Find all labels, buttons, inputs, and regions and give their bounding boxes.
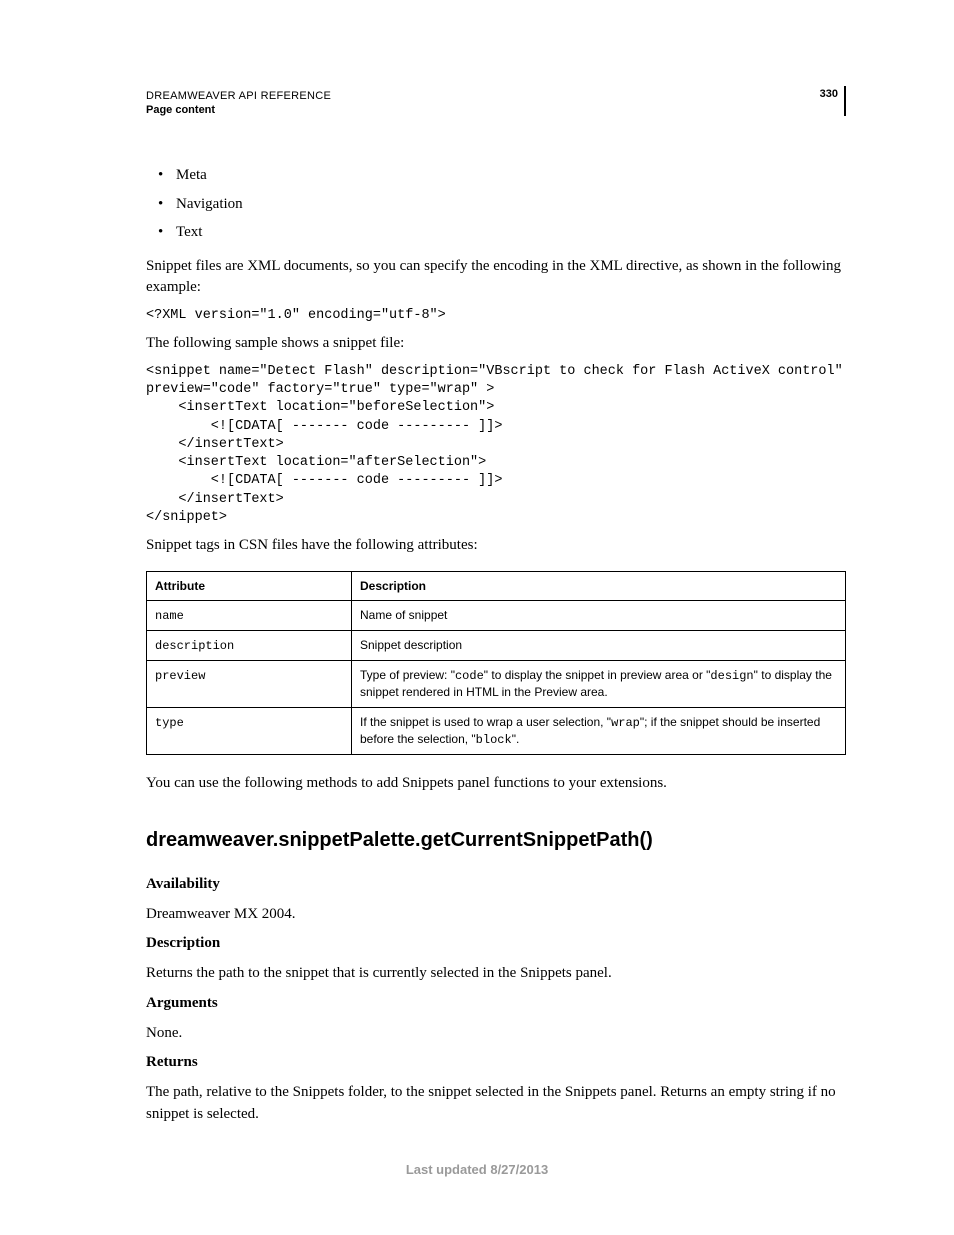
header-divider <box>844 86 846 116</box>
desc-cell: Type of preview: "code" to display the s… <box>352 661 846 707</box>
returns-text: The path, relative to the Snippets folde… <box>146 1082 846 1126</box>
body-paragraph: The following sample shows a snippet fil… <box>146 333 846 355</box>
desc-cell: Name of snippet <box>352 600 846 630</box>
page: 330 DREAMWEAVER API REFERENCE Page conte… <box>0 0 954 1235</box>
code-block-xml-decl: <?XML version="1.0" encoding="utf-8"> <box>146 307 846 325</box>
attr-cell: description <box>147 631 352 661</box>
body-paragraph: Snippet files are XML documents, so you … <box>146 256 846 300</box>
availability-text: Dreamweaver MX 2004. <box>146 904 846 926</box>
table-header-description: Description <box>352 571 846 600</box>
attr-cell: type <box>147 707 352 754</box>
running-head-section: Page content <box>146 104 846 116</box>
body-paragraph: You can use the following methods to add… <box>146 773 846 795</box>
table-row: descriptionSnippet description <box>147 631 846 661</box>
description-label: Description <box>146 933 846 955</box>
table-row: previewType of preview: "code" to displa… <box>147 661 846 707</box>
arguments-label: Arguments <box>146 993 846 1015</box>
availability-label: Availability <box>146 874 846 896</box>
table-header-attribute: Attribute <box>147 571 352 600</box>
desc-cell: If the snippet is used to wrap a user se… <box>352 707 846 754</box>
page-number: 330 <box>820 88 838 100</box>
description-text: Returns the path to the snippet that is … <box>146 963 846 985</box>
api-heading: dreamweaver.snippetPalette.getCurrentSni… <box>146 829 846 852</box>
list-item: Text <box>158 221 846 244</box>
code-block-snippet: <snippet name="Detect Flash" description… <box>146 363 846 527</box>
running-head-title: DREAMWEAVER API REFERENCE <box>146 90 846 102</box>
body-paragraph: Snippet tags in CSN files have the follo… <box>146 535 846 557</box>
list-item: Navigation <box>158 193 846 216</box>
attr-cell: name <box>147 600 352 630</box>
desc-cell: Snippet description <box>352 631 846 661</box>
table-row: nameName of snippet <box>147 600 846 630</box>
returns-label: Returns <box>146 1052 846 1074</box>
list-item: Meta <box>158 164 846 187</box>
table-header-row: Attribute Description <box>147 571 846 600</box>
attr-cell: preview <box>147 661 352 707</box>
table-row: typeIf the snippet is used to wrap a use… <box>147 707 846 754</box>
bullet-list: Meta Navigation Text <box>146 164 846 244</box>
footer-last-updated: Last updated 8/27/2013 <box>0 1162 954 1177</box>
arguments-text: None. <box>146 1023 846 1045</box>
attributes-table: Attribute Description nameName of snippe… <box>146 571 846 755</box>
